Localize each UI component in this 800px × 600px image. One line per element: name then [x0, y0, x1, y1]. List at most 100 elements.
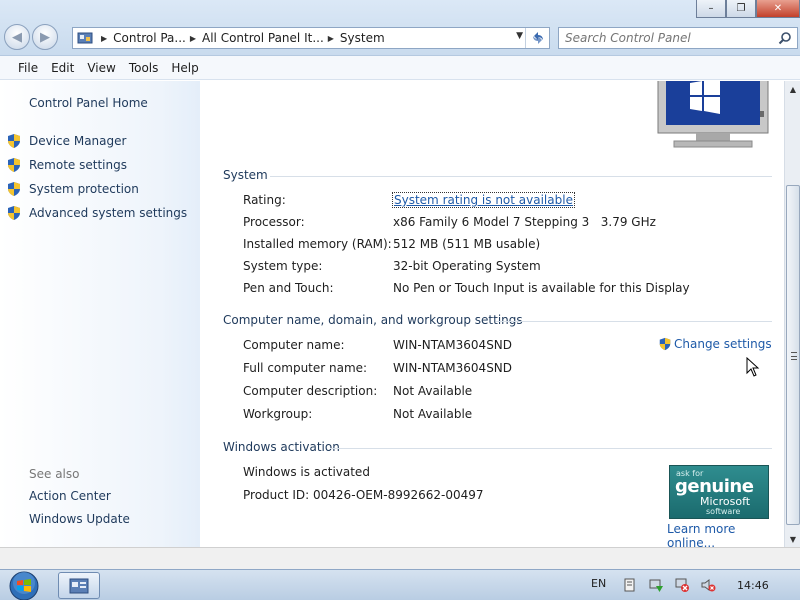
- language-indicator[interactable]: EN: [591, 577, 606, 590]
- computer-name-value: WIN-NTAM3604SND: [393, 338, 513, 352]
- memory-value: 512 MB (511 MB usable): [393, 237, 541, 251]
- left-navigation-pane: Control Panel Home Device Manager Remote…: [0, 81, 200, 547]
- see-also-heading: See also: [29, 467, 80, 481]
- advanced-system-settings-link[interactable]: Advanced system settings: [6, 201, 187, 225]
- system-tray: [622, 577, 726, 593]
- maximize-button[interactable]: ❐: [726, 0, 756, 18]
- memory-label: Installed memory (RAM):: [243, 237, 392, 251]
- full-computer-name-value: WIN-NTAM3604SND: [393, 361, 513, 375]
- grip-icon: [791, 352, 797, 360]
- window-controls: – ❐ ✕: [696, 0, 800, 18]
- uac-shield-icon: [8, 134, 20, 148]
- windows-activation-section-title: Windows activation: [223, 440, 340, 454]
- navigation-buttons: ◀ ▶: [4, 24, 60, 50]
- menu-help[interactable]: Help: [171, 61, 198, 75]
- breadcrumb-arrow-icon: ▶: [101, 33, 108, 43]
- address-dropdown-icon[interactable]: ▼: [516, 31, 523, 41]
- task-links: Device Manager Remote settings System pr…: [6, 129, 187, 225]
- taskbar-system-window-button[interactable]: [58, 572, 100, 599]
- menu-file[interactable]: File: [18, 61, 38, 75]
- windows-monitor-icon: [657, 81, 769, 148]
- back-button[interactable]: ◀: [4, 24, 30, 50]
- action-center-link[interactable]: Action Center: [29, 489, 111, 503]
- close-button[interactable]: ✕: [756, 0, 800, 18]
- search-box: [558, 27, 798, 49]
- system-protection-label: System protection: [29, 182, 139, 196]
- system-type-value: 32-bit Operating System: [393, 259, 541, 273]
- breadcrumb: ▶ Control Pa... ▶ All Control Panel It..…: [97, 31, 385, 45]
- breadcrumb-arrow-icon: ▶: [327, 33, 334, 43]
- minimize-button[interactable]: –: [696, 0, 726, 18]
- section-divider: [270, 176, 772, 177]
- uac-shield-icon: [8, 158, 20, 172]
- address-bar[interactable]: ▶ Control Pa... ▶ All Control Panel It..…: [72, 27, 550, 49]
- uac-shield-icon: [8, 182, 20, 196]
- workgroup-label: Workgroup:: [243, 407, 313, 421]
- full-computer-name-label: Full computer name:: [243, 361, 368, 375]
- system-protection-link[interactable]: System protection: [6, 177, 187, 201]
- windows-update-link[interactable]: Windows Update: [29, 512, 130, 526]
- system-type-label: System type:: [243, 259, 323, 273]
- section-divider: [330, 448, 772, 449]
- forward-arrow-icon: ▶: [40, 29, 50, 45]
- change-settings-label: Change settings: [674, 337, 772, 351]
- change-settings-link[interactable]: Change settings: [658, 337, 772, 351]
- taskbar-clock[interactable]: 14:46: [737, 579, 769, 592]
- system-details-pane: System Rating: System rating is not avai…: [200, 81, 784, 547]
- network-disconnected-icon[interactable]: [674, 577, 690, 593]
- menu-edit[interactable]: Edit: [51, 61, 74, 75]
- forward-button[interactable]: ▶: [32, 24, 58, 50]
- computer-description-label: Computer description:: [243, 384, 378, 398]
- scroll-up-arrow-icon[interactable]: ▲: [785, 81, 800, 97]
- breadcrumb-all-items[interactable]: All Control Panel It...: [202, 31, 324, 45]
- rating-label: Rating:: [243, 193, 286, 207]
- computer-name-label: Computer name:: [243, 338, 345, 352]
- uac-shield-icon: [659, 337, 671, 351]
- system-window-icon: [69, 578, 89, 593]
- menu-view[interactable]: View: [87, 61, 115, 75]
- menu-bar: File Edit View Tools Help: [0, 56, 800, 80]
- scroll-down-arrow-icon[interactable]: ▼: [785, 531, 800, 547]
- computer-description-value: Not Available: [393, 384, 473, 398]
- genuine-badge-software: software: [706, 507, 741, 516]
- control-panel-home-link[interactable]: Control Panel Home: [29, 96, 148, 110]
- taskbar: EN 14:46: [0, 569, 800, 600]
- breadcrumb-system[interactable]: System: [340, 31, 385, 45]
- remote-settings-link[interactable]: Remote settings: [6, 153, 187, 177]
- title-bar: – ❐ ✕ ◀ ▶ ▶ Control Pa... ▶ All Control …: [0, 0, 800, 56]
- menu-tools[interactable]: Tools: [129, 61, 159, 75]
- refresh-icon: [532, 32, 543, 44]
- workgroup-value: Not Available: [393, 407, 473, 421]
- refresh-button[interactable]: [525, 28, 549, 48]
- device-manager-label: Device Manager: [29, 134, 127, 148]
- back-arrow-icon: ◀: [12, 29, 22, 45]
- start-button-windows-logo-icon[interactable]: [4, 571, 44, 600]
- breadcrumb-arrow-icon: ▶: [189, 33, 196, 43]
- system-section-title: System: [223, 168, 268, 182]
- uac-shield-icon: [8, 206, 20, 220]
- learn-more-online-link[interactable]: Learn more online...: [667, 522, 784, 547]
- device-manager-link[interactable]: Device Manager: [6, 129, 187, 153]
- pen-touch-label: Pen and Touch:: [243, 281, 334, 295]
- genuine-badge-title: genuine: [675, 476, 754, 497]
- genuine-microsoft-badge[interactable]: ask for genuine Microsoft software: [669, 465, 769, 519]
- system-rating-link[interactable]: System rating is not available: [392, 192, 575, 208]
- search-input[interactable]: [559, 31, 769, 45]
- volume-muted-icon[interactable]: [700, 577, 716, 593]
- control-panel-icon: [76, 30, 94, 46]
- advanced-system-settings-label: Advanced system settings: [29, 206, 188, 220]
- mouse-pointer-icon: [746, 357, 760, 377]
- section-divider: [496, 321, 772, 322]
- scrollbar-thumb[interactable]: [786, 185, 800, 525]
- computer-name-section-title: Computer name, domain, and workgroup set…: [223, 313, 523, 327]
- breadcrumb-control-panel[interactable]: Control Pa...: [113, 31, 186, 45]
- network-warning-icon[interactable]: [648, 577, 664, 593]
- pen-touch-value: No Pen or Touch Input is available for t…: [393, 281, 690, 295]
- processor-label: Processor:: [243, 215, 305, 229]
- vertical-scrollbar[interactable]: ▲ ▼: [784, 81, 800, 547]
- product-id: Product ID: 00426-OEM-8992662-00497: [243, 488, 484, 502]
- action-center-flag-icon[interactable]: [622, 577, 638, 593]
- remote-settings-label: Remote settings: [29, 158, 127, 172]
- activation-status: Windows is activated: [243, 465, 370, 479]
- search-icon[interactable]: [778, 31, 792, 45]
